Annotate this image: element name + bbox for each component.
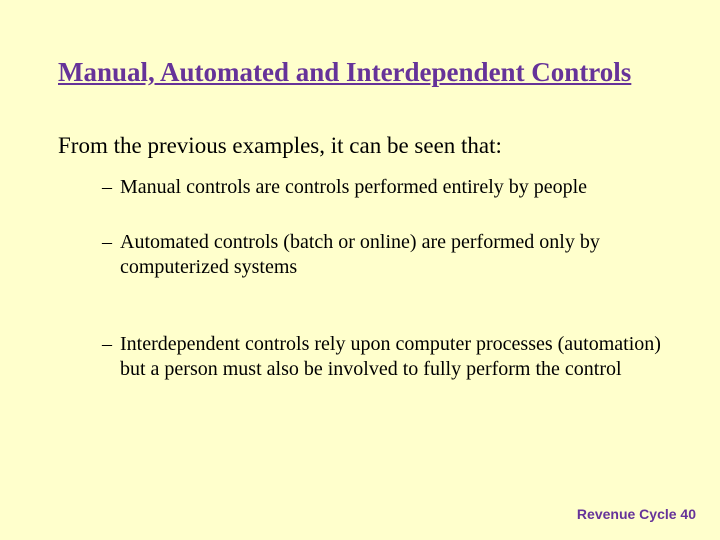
bullet-list: Manual controls are controls performed e… bbox=[58, 175, 662, 382]
slide: Manual, Automated and Interdependent Con… bbox=[0, 0, 720, 540]
intro-text: From the previous examples, it can be se… bbox=[58, 132, 662, 161]
slide-footer: Revenue Cycle 40 bbox=[577, 506, 696, 522]
slide-title: Manual, Automated and Interdependent Con… bbox=[58, 56, 662, 88]
list-item: Manual controls are controls performed e… bbox=[102, 175, 662, 200]
list-item: Automated controls (batch or online) are… bbox=[102, 230, 662, 280]
list-item: Interdependent controls rely upon comput… bbox=[102, 332, 662, 382]
